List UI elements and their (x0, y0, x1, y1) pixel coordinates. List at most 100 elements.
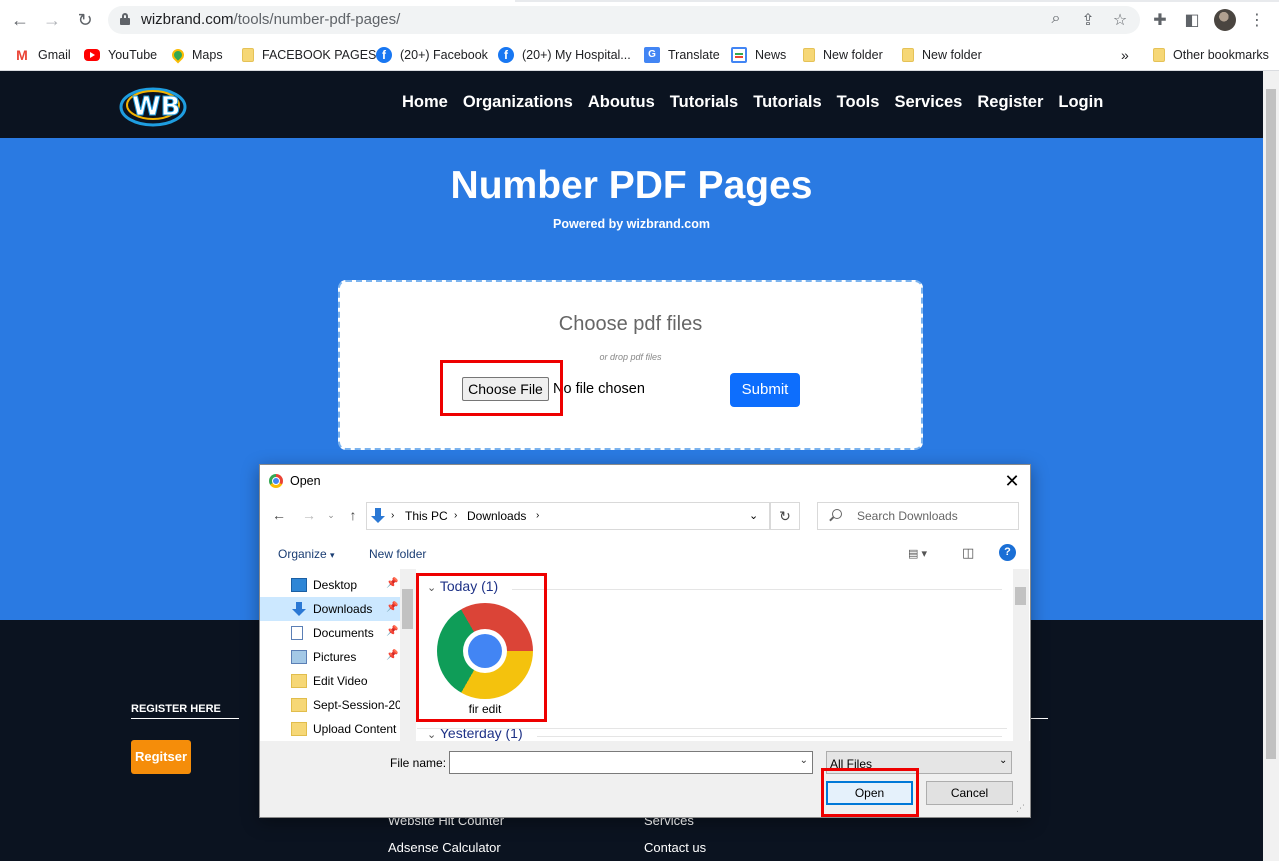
page-subtitle: Powered by wizbrand.com (553, 217, 710, 231)
nav-item-sept-session[interactable]: Sept-Session-202 (260, 693, 408, 717)
resize-grip-icon[interactable]: ⋰ (1016, 803, 1025, 814)
nav-services[interactable]: Services (894, 93, 962, 112)
breadcrumb-separator: › (391, 510, 395, 521)
bookmark-facebook[interactable]: f (20+) Facebook (376, 44, 488, 66)
chevron-down-icon: ⌄ (427, 729, 437, 741)
new-folder-button[interactable]: New folder (369, 547, 426, 561)
side-panel-icon[interactable]: ◧ (1182, 10, 1202, 30)
upload-dropzone[interactable]: Choose pdf files or drop pdf files Choos… (338, 280, 923, 450)
scrollbar-thumb[interactable] (402, 589, 413, 629)
bookmark-facebook-pages[interactable]: FACEBOOK PAGES (242, 44, 376, 66)
site-header: WB Home Organizations Aboutus Tutorials … (0, 71, 1263, 138)
address-bar[interactable]: wizbrand.com/tools/number-pdf-pages/ ⌕ ⇪… (108, 6, 1140, 34)
bookmark-news[interactable]: News (731, 44, 786, 66)
zoom-icon[interactable]: ⌕ (1046, 10, 1066, 28)
nav-item-pictures[interactable]: Pictures 📌 (260, 645, 400, 669)
submit-button[interactable]: Submit (730, 373, 800, 407)
nav-item-edit-video[interactable]: Edit Video (260, 669, 400, 693)
back-icon[interactable]: ← (10, 10, 30, 30)
nav-register[interactable]: Register (977, 93, 1043, 112)
bookmark-label: Gmail (38, 48, 71, 62)
search-icon (832, 509, 842, 519)
forward-icon[interactable]: → (42, 10, 62, 30)
nav-home[interactable]: Home (402, 93, 448, 112)
dialog-address-bar[interactable]: › This PC › Downloads › ⌄ (366, 502, 770, 530)
nav-tools[interactable]: Tools (837, 93, 880, 112)
wizbrand-logo[interactable]: WB (118, 79, 188, 131)
facebook-icon: f (376, 47, 392, 63)
search-downloads-input[interactable]: Search Downloads (817, 502, 1019, 530)
profile-avatar[interactable] (1214, 9, 1236, 31)
bookmark-gmail[interactable]: M Gmail (14, 44, 71, 66)
folder-icon (803, 48, 815, 62)
facebook-icon: f (498, 47, 514, 63)
menu-kebab-icon[interactable]: ⋮ (1247, 10, 1267, 30)
dialog-toolbar: Organize ▾ New folder ▤ ▾ ◫ ? (260, 539, 1030, 569)
search-placeholder: Search Downloads (857, 509, 958, 523)
chevron-down-icon[interactable]: ⌄ (800, 755, 808, 766)
nav-item-label: Documents (313, 626, 374, 640)
view-options-icon[interactable]: ▤ ▾ (908, 547, 927, 560)
breadcrumb-downloads[interactable]: Downloads (467, 509, 526, 523)
preview-pane-icon[interactable]: ◫ (962, 545, 974, 561)
nav-item-label: Downloads (313, 602, 373, 616)
bookmark-label: FACEBOOK PAGES (262, 48, 377, 62)
navigation-scrollbar[interactable] (400, 569, 416, 741)
up-icon[interactable]: ↑ (344, 507, 362, 523)
scrollbar-thumb[interactable] (1266, 89, 1276, 759)
breadcrumb-separator: › (536, 510, 540, 521)
bookmark-new-folder-2[interactable]: New folder (902, 44, 982, 66)
footer-link-contact[interactable]: Contact us (644, 840, 706, 855)
bookmark-star-icon[interactable]: ☆ (1110, 10, 1130, 30)
file-list-scrollbar[interactable] (1013, 569, 1029, 741)
forward-icon[interactable]: → (300, 507, 318, 523)
page-scrollbar[interactable] (1263, 71, 1279, 861)
bookmark-youtube[interactable]: YouTube (84, 44, 157, 66)
bookmarks-overflow-button[interactable]: » (1121, 44, 1129, 66)
nav-aboutus[interactable]: Aboutus (588, 93, 655, 112)
nav-organizations[interactable]: Organizations (463, 93, 573, 112)
folder-icon (291, 722, 307, 736)
nav-item-downloads[interactable]: Downloads 📌 (260, 597, 400, 621)
open-file-dialog: Open ✕ ← → ⌄ ↑ › This PC › Downloads › ⌄… (259, 464, 1031, 818)
other-bookmarks[interactable]: Other bookmarks (1153, 44, 1269, 66)
recent-locations-icon[interactable]: ⌄ (322, 510, 340, 521)
chevron-down-icon[interactable]: ⌄ (749, 509, 758, 522)
share-icon[interactable]: ⇪ (1078, 10, 1098, 30)
cancel-button[interactable]: Cancel (926, 781, 1013, 805)
organize-button[interactable]: Organize ▾ (278, 547, 335, 561)
register-button[interactable]: Regitser (131, 740, 191, 774)
help-icon[interactable]: ? (999, 544, 1016, 561)
organize-label: Organize (278, 547, 327, 561)
nav-login[interactable]: Login (1058, 93, 1103, 112)
scrollbar-thumb[interactable] (1015, 587, 1026, 605)
nav-item-label: Upload Content (313, 722, 397, 736)
back-icon[interactable]: ← (270, 507, 288, 523)
file-name-input[interactable]: ⌄ (449, 751, 813, 774)
documents-icon (291, 626, 303, 640)
nav-item-desktop[interactable]: Desktop 📌 (260, 573, 400, 597)
register-heading: REGISTER HERE (131, 703, 221, 715)
gmail-icon: M (16, 47, 28, 63)
main-nav: Home Organizations Aboutus Tutorials Tut… (402, 93, 1103, 112)
bookmark-translate[interactable]: G Translate (644, 44, 720, 66)
nav-item-upload-content[interactable]: Upload Content (260, 717, 400, 741)
navigation-pane: Desktop 📌 Downloads 📌 Documents 📌 Pictures 📌… (260, 569, 416, 741)
reload-icon[interactable]: ↻ (75, 10, 95, 30)
breadcrumb-this-pc[interactable]: This PC (405, 509, 448, 523)
footer-link-adsense[interactable]: Adsense Calculator (388, 840, 501, 855)
bookmark-new-folder-1[interactable]: New folder (803, 44, 883, 66)
translate-icon: G (644, 47, 660, 63)
close-icon[interactable]: ✕ (1000, 470, 1024, 492)
lock-icon (120, 13, 130, 25)
nav-tutorials-1[interactable]: Tutorials (670, 93, 738, 112)
refresh-icon[interactable]: ↻ (770, 502, 800, 530)
extensions-icon[interactable]: ✚ (1150, 10, 1170, 30)
folder-icon (1153, 48, 1165, 62)
bookmark-my-hospital[interactable]: f (20+) My Hospital... (498, 44, 631, 66)
page-title: Number PDF Pages (450, 164, 813, 207)
nav-tutorials-2[interactable]: Tutorials (753, 93, 821, 112)
bookmark-maps[interactable]: Maps (169, 44, 223, 66)
dialog-titlebar: Open ✕ (260, 465, 1030, 497)
nav-item-documents[interactable]: Documents 📌 (260, 621, 400, 645)
